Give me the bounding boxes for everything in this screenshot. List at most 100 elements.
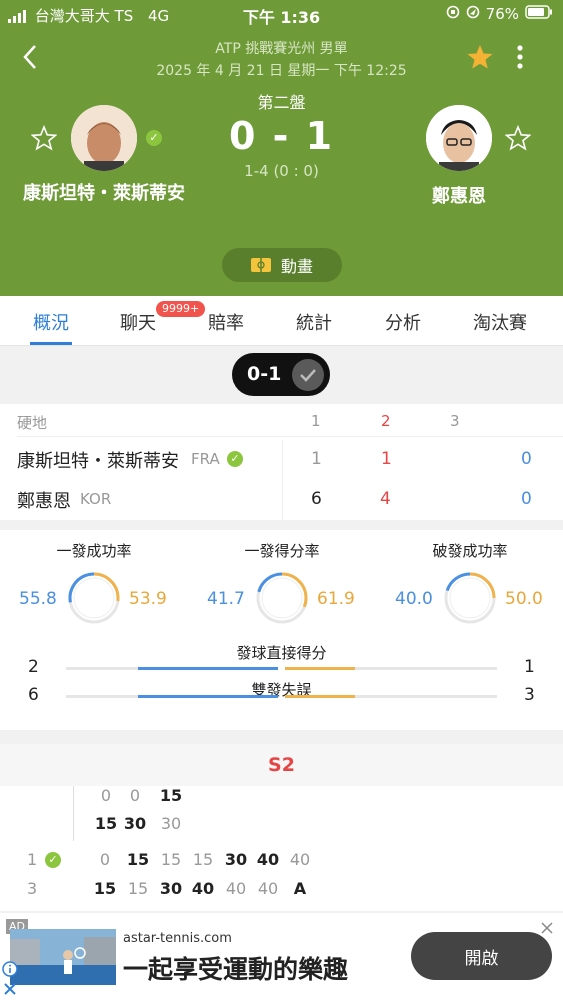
- court-icon: [250, 258, 271, 272]
- stat-bar-right-value: 3: [524, 685, 535, 705]
- ad-headline: 一起享受運動的樂趣: [123, 955, 349, 984]
- row-set-2: 4: [380, 489, 391, 509]
- battery-percent: 76%: [485, 5, 519, 23]
- row-country: KOR: [80, 490, 112, 508]
- stat-bar-left-fill: [138, 667, 278, 670]
- ad-image: [10, 929, 116, 985]
- pbp-point: 0: [100, 786, 112, 805]
- pbp-point: 15: [160, 850, 182, 869]
- tab-bar: 概況 聊天 9999+ 賠率 統計 分析 淘汰賽: [0, 296, 563, 346]
- animation-label: 動畫: [280, 257, 313, 276]
- scoreboard: 硬地 1 2 3 康斯坦特・萊斯蒂安 FRA ✓ 1 1 0 鄭惠恩 KOR 6…: [0, 404, 563, 520]
- pbp-games-top: 1: [27, 850, 38, 869]
- pbp-point: 0: [129, 786, 141, 805]
- stat-label: 一發得分率: [244, 542, 320, 560]
- set-filter-pill[interactable]: 0-1: [232, 353, 330, 396]
- favorite-button[interactable]: [467, 44, 493, 74]
- stat-bar-label: 發球直接得分: [236, 644, 327, 662]
- ad-close-icon[interactable]: [541, 919, 553, 938]
- check-circle-icon: [292, 359, 324, 391]
- location-icon: [466, 5, 480, 23]
- row-set-2: 1: [381, 449, 392, 469]
- ad-banner[interactable]: AD astar-tennis.com 一起享受運動的樂趣 開啟: [0, 913, 563, 1000]
- set-label: 第二盤: [257, 93, 306, 112]
- pbp-point: 40: [289, 850, 311, 869]
- more-vertical-icon: [517, 45, 523, 69]
- stats-panel: 一發成功率 55.8 53.9 一發得分率 41.7 61.9 破發成功率 40.0…: [0, 530, 563, 730]
- status-right: 76%: [446, 5, 553, 23]
- lock-rotation-icon: [446, 5, 460, 23]
- ad-domain: astar-tennis.com: [123, 931, 232, 946]
- star-filled-icon: [467, 45, 493, 69]
- stat-ring-chart: [444, 572, 496, 624]
- pbp-point: 15: [159, 786, 183, 805]
- stat-ring-chart: [256, 572, 308, 624]
- stat-bar-right-fill: [285, 695, 355, 698]
- pbp-point: 40: [256, 850, 280, 869]
- pbp-point: 15: [94, 814, 118, 833]
- animation-button[interactable]: 動畫: [222, 248, 342, 282]
- player2-name: 鄭惠恩: [432, 186, 486, 207]
- follow-player2-button[interactable]: [504, 124, 532, 155]
- tab-chat[interactable]: 聊天: [120, 309, 156, 335]
- pbp-point: 40: [257, 879, 279, 898]
- stat-bar-right-value: 1: [524, 657, 535, 677]
- pbp-set-label: S2: [268, 754, 295, 776]
- match-header: 台灣大哥大 TS 4G 下午 1:36 76% ATP 挑戰賽光州 男單 202…: [0, 0, 563, 296]
- row-set-current: 0: [521, 449, 532, 469]
- set-pill-score: 0-1: [247, 363, 282, 385]
- ad-info-icon[interactable]: [2, 961, 18, 981]
- pbp-point: 40: [225, 879, 247, 898]
- pbp-point: 30: [123, 814, 147, 833]
- pbp-point: 15: [192, 850, 214, 869]
- tab-knockout[interactable]: 淘汰賽: [473, 309, 527, 335]
- serving-indicator-icon: ✓: [227, 451, 243, 467]
- pbp-point: 30: [224, 850, 248, 869]
- pbp-point: 30: [160, 814, 182, 833]
- set-header-3: 3: [450, 412, 460, 430]
- stat-right-value: 53.9: [129, 589, 167, 609]
- set-header-1: 1: [311, 412, 321, 430]
- chat-badge: 9999+: [156, 301, 206, 317]
- point-by-point: S2 0 0 15 15 30 30 0 15 15 15 30 40 40 15 15 30 40 40 40 A …: [0, 744, 563, 911]
- player2-avatar: [426, 105, 492, 171]
- row-set-1: 6: [311, 489, 322, 509]
- tab-overview[interactable]: 概況: [33, 309, 69, 335]
- row-player-name: 鄭惠恩: [17, 491, 71, 512]
- battery-icon: [525, 5, 553, 23]
- stat-bar-left-fill: [138, 695, 278, 698]
- serving-indicator-icon: ✓: [45, 852, 61, 868]
- stat-bar-left-value: 6: [28, 685, 39, 705]
- player1-name: 康斯坦特・萊斯蒂安: [23, 183, 185, 204]
- stat-left-value: 55.8: [19, 589, 57, 609]
- active-tab-indicator: [30, 342, 72, 345]
- pbp-point: 40: [191, 879, 215, 898]
- ad-open-button[interactable]: 開啟: [411, 932, 552, 980]
- row-player-name: 康斯坦特・萊斯蒂安: [17, 451, 179, 472]
- stat-label: 一發成功率: [56, 542, 132, 560]
- row-set-1: 1: [311, 449, 322, 469]
- tab-stats[interactable]: 統計: [296, 309, 332, 335]
- pbp-point: 0: [99, 850, 111, 869]
- stat-bar-left-value: 2: [28, 657, 39, 677]
- row-country: FRA: [191, 450, 220, 468]
- tab-odds[interactable]: 賠率: [208, 309, 244, 335]
- stat-ring-chart: [68, 572, 120, 624]
- pbp-point: 15: [127, 879, 149, 898]
- ad-dismiss-icon[interactable]: [3, 981, 17, 1000]
- row-set-current: 0: [521, 489, 532, 509]
- stat-right-value: 50.0: [505, 589, 543, 609]
- stat-bar-right-fill: [285, 667, 355, 670]
- tab-analysis[interactable]: 分析: [385, 309, 421, 335]
- stat-label: 破發成功率: [432, 542, 508, 560]
- pbp-point: 30: [159, 879, 183, 898]
- game-score: 1-4 (0 : 0): [244, 162, 319, 180]
- surface-label: 硬地: [17, 414, 48, 432]
- star-outline-icon: [504, 124, 532, 151]
- pbp-point: 15: [93, 879, 117, 898]
- more-menu-button[interactable]: [512, 44, 528, 70]
- set-header-2: 2: [381, 412, 391, 430]
- pbp-point: A: [293, 879, 307, 898]
- stat-left-value: 41.7: [207, 589, 245, 609]
- stat-left-value: 40.0: [395, 589, 433, 609]
